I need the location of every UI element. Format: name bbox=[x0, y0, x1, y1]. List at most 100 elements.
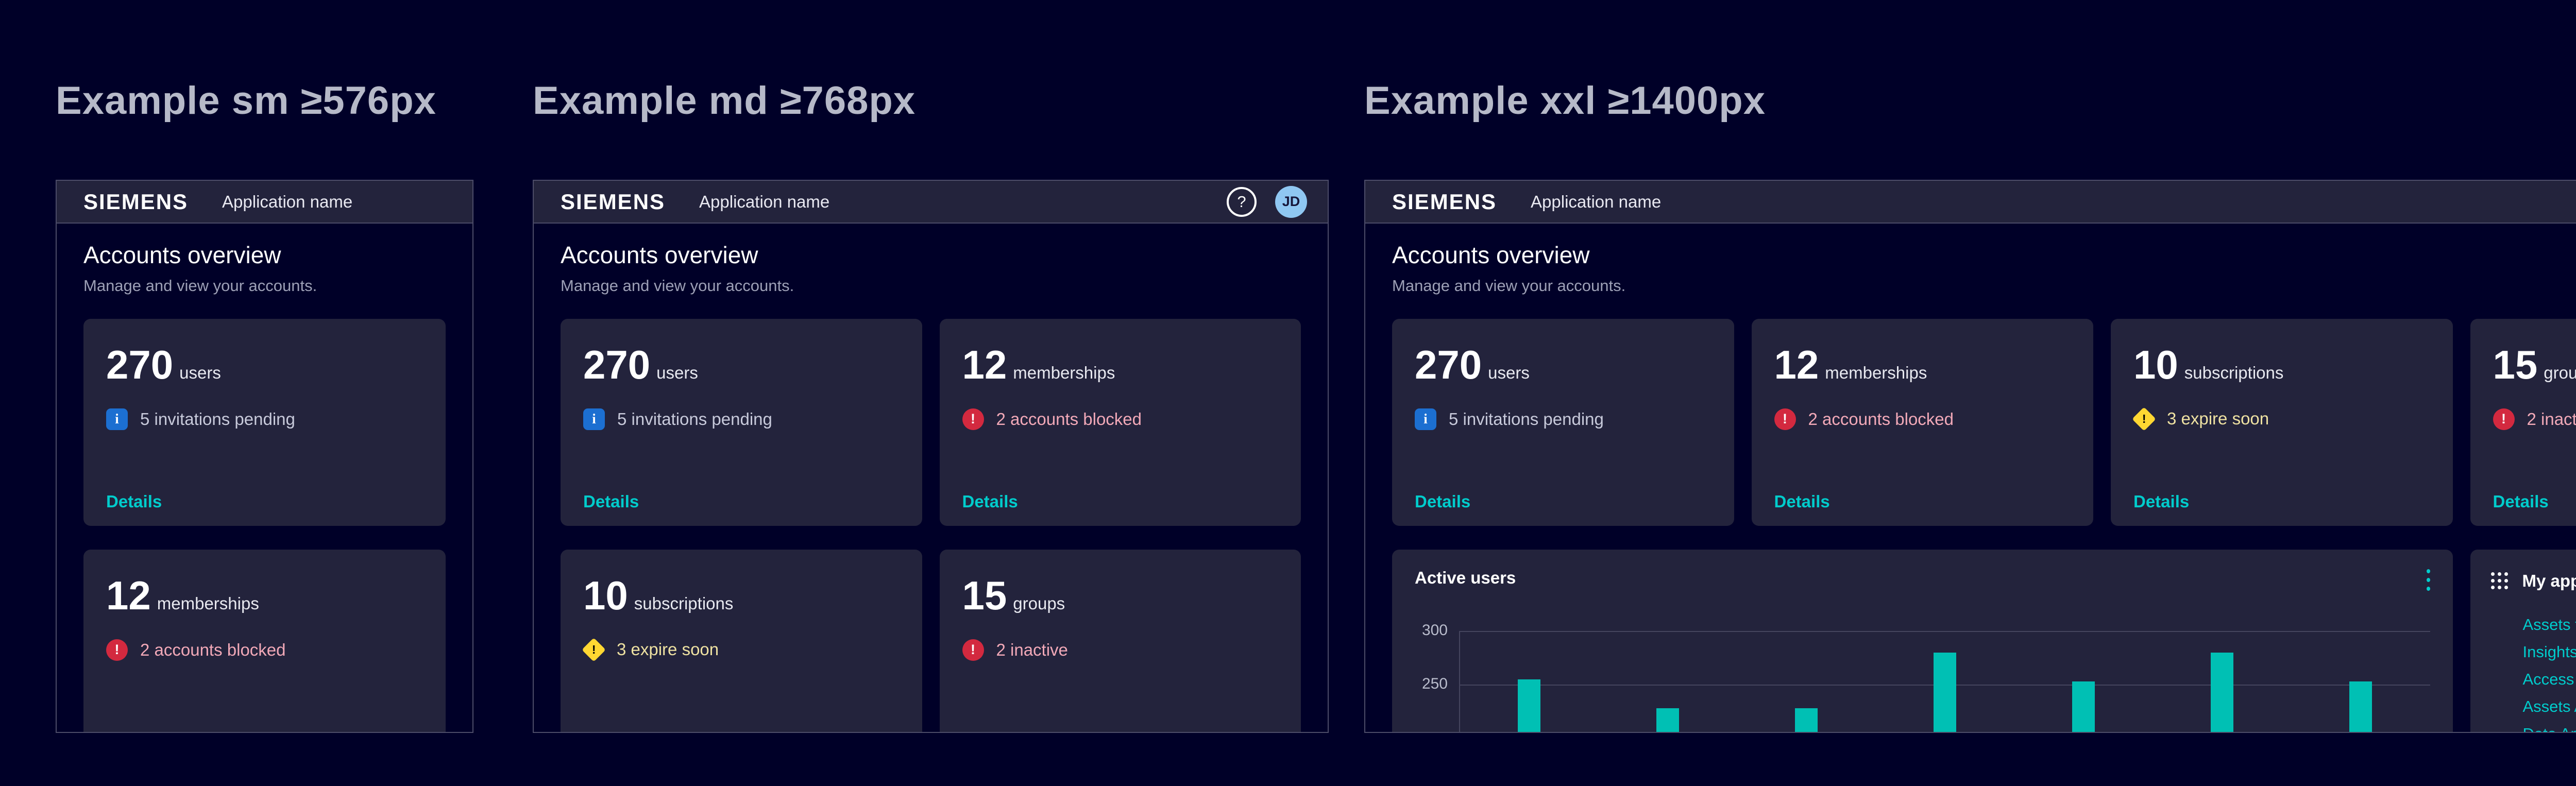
badge-row: ! 2 inactive bbox=[962, 639, 1279, 661]
kpi-card-grid: 270 users i 5 invitations pending Detail… bbox=[561, 319, 1301, 733]
info-badge-icon: i bbox=[583, 408, 605, 430]
badge-text: 2 inactive bbox=[2527, 409, 2576, 429]
application-name: Application name bbox=[699, 192, 829, 212]
bar bbox=[2349, 681, 2372, 733]
kpi-card-memberships: 12 memberships ! 2 accounts blocked Deta… bbox=[1752, 319, 2094, 526]
page: Example sm ≥576px Example md ≥768px Exam… bbox=[0, 0, 2576, 786]
app-header: SIEMENS Application name ? JD bbox=[534, 181, 1328, 224]
badge-text: 2 accounts blocked bbox=[996, 409, 1142, 429]
application-name: Application name bbox=[1531, 192, 1661, 212]
badge-text: 2 accounts blocked bbox=[1808, 409, 1954, 429]
siemens-logo: SIEMENS bbox=[1392, 190, 1497, 214]
alarm-badge-icon: ! bbox=[962, 639, 984, 661]
kpi-card-memberships: 12 memberships ! 2 accounts blocked Deta… bbox=[83, 550, 446, 733]
bar bbox=[1934, 653, 1956, 733]
example-label-xxl: Example xxl ≥1400px bbox=[1364, 78, 1766, 123]
kpi-value: 15 bbox=[2493, 345, 2538, 385]
app-link[interactable]: Access key› bbox=[2523, 670, 2576, 689]
kpi: 10 subscriptions bbox=[2133, 345, 2430, 385]
app-link[interactable]: Insights› bbox=[2523, 643, 2576, 661]
badge-row: ! 2 accounts blocked bbox=[106, 639, 423, 661]
bar-slot bbox=[1599, 550, 1737, 733]
info-badge-icon: i bbox=[106, 408, 128, 430]
badge-row: ! 2 accounts blocked bbox=[962, 408, 1279, 430]
app-header: SIEMENS Application name ? JD bbox=[1365, 181, 2576, 224]
app-link[interactable]: Assets App› bbox=[2523, 697, 2576, 716]
badge-row: i 5 invitations pending bbox=[106, 408, 423, 430]
y-axis-tick-label: 250 bbox=[1402, 675, 1448, 693]
my-apps-title: My apps bbox=[2522, 571, 2576, 591]
badge-text: 5 invitations pending bbox=[140, 409, 295, 429]
kpi-unit: memberships bbox=[1825, 363, 1927, 383]
badge-row: ! 2 accounts blocked bbox=[1774, 408, 2071, 430]
badge-text: 5 invitations pending bbox=[1449, 409, 1604, 429]
app-link-label[interactable]: Assets App bbox=[2523, 697, 2576, 716]
kpi-card-users: 270 users i 5 invitations pending Detail… bbox=[1392, 319, 1734, 526]
badge-row: ! 3 expire soon bbox=[2133, 408, 2430, 430]
kpi: 15 groups bbox=[962, 575, 1279, 616]
kpi-card-users: 270 users i 5 invitations pending Detail… bbox=[83, 319, 446, 526]
kpi-unit: users bbox=[179, 363, 221, 383]
kpi-unit: subscriptions bbox=[2184, 363, 2284, 383]
section-subtitle: Manage and view your accounts. bbox=[1392, 277, 2576, 295]
section-title: Accounts overview bbox=[561, 242, 1301, 268]
app-link-label[interactable]: Access key bbox=[2523, 670, 2576, 689]
app-link[interactable]: Data App› bbox=[2523, 725, 2576, 733]
bar-slot bbox=[1460, 550, 1599, 733]
details-link[interactable]: Details bbox=[962, 492, 1018, 511]
section-subtitle: Manage and view your accounts. bbox=[561, 277, 1301, 295]
panel-content: Accounts overview Manage and view your a… bbox=[1365, 224, 2576, 733]
bar bbox=[2072, 681, 2095, 733]
app-link-label[interactable]: Assets flow bbox=[2523, 616, 2576, 634]
kpi-value: 12 bbox=[106, 575, 151, 616]
bar-slot bbox=[1876, 550, 2014, 733]
y-axis-tick-label: 300 bbox=[1402, 622, 1448, 639]
bar-slot bbox=[2292, 550, 2430, 733]
kpi-card-groups: 15 groups ! 2 inactive Details bbox=[940, 550, 1301, 733]
apps-grid-icon bbox=[2491, 572, 2508, 589]
details-link[interactable]: Details bbox=[1415, 492, 1470, 511]
panel-xxl: SIEMENS Application name ? JD Accounts o… bbox=[1364, 180, 2576, 733]
warning-badge-icon: ! bbox=[2132, 407, 2156, 431]
kpi-card-subscriptions: 10 subscriptions ! 3 expire soon Details bbox=[2111, 319, 2453, 526]
kpi-value: 10 bbox=[2133, 345, 2178, 385]
kpi-unit: memberships bbox=[157, 594, 259, 613]
app-link-label[interactable]: Data App bbox=[2523, 725, 2576, 733]
app-link-label[interactable]: Insights bbox=[2523, 643, 2576, 661]
kpi: 15 groups bbox=[2493, 345, 2576, 385]
panel-content: Accounts overview Manage and view your a… bbox=[534, 224, 1328, 733]
kpi-value: 15 bbox=[962, 575, 1007, 616]
alarm-badge-icon: ! bbox=[962, 408, 984, 430]
badge-row: ! 3 expire soon bbox=[583, 639, 900, 660]
badge-row: i 5 invitations pending bbox=[1415, 408, 1711, 430]
kpi-value: 10 bbox=[583, 575, 628, 616]
details-link[interactable]: Details bbox=[1774, 492, 1830, 511]
details-link[interactable]: Details bbox=[583, 492, 639, 511]
kpi-card-memberships: 12 memberships ! 2 accounts blocked Deta… bbox=[940, 319, 1301, 526]
section-title: Accounts overview bbox=[83, 242, 446, 268]
kpi: 270 users bbox=[583, 345, 900, 385]
kpi-value: 270 bbox=[1415, 345, 1482, 385]
panel-content: Accounts overview Manage and view your a… bbox=[57, 224, 472, 733]
details-link[interactable]: Details bbox=[2133, 492, 2189, 511]
details-link[interactable]: Details bbox=[2493, 492, 2549, 511]
bar-slot bbox=[1737, 550, 1876, 733]
panel-sm: SIEMENS Application name Accounts overvi… bbox=[56, 180, 473, 733]
badge-text: 5 invitations pending bbox=[617, 409, 772, 429]
panel-md: SIEMENS Application name ? JD Accounts o… bbox=[533, 180, 1329, 733]
bar-slot bbox=[2153, 550, 2292, 733]
kpi-unit: users bbox=[656, 363, 698, 383]
badge-text: 3 expire soon bbox=[617, 640, 719, 659]
alarm-badge-icon: ! bbox=[1774, 408, 1796, 430]
help-icon[interactable]: ? bbox=[1227, 187, 1257, 217]
active-users-chart-card: Active users 300 250 bbox=[1392, 550, 2453, 733]
app-link[interactable]: Assets flow› bbox=[2523, 616, 2576, 634]
section-subtitle: Manage and view your accounts. bbox=[83, 277, 446, 295]
user-avatar[interactable]: JD bbox=[1275, 186, 1307, 218]
details-link[interactable]: Details bbox=[106, 492, 162, 511]
app-header: SIEMENS Application name bbox=[57, 181, 472, 224]
kpi-card-groups: 15 groups ! 2 inactive Details bbox=[2470, 319, 2576, 526]
kpi: 270 users bbox=[106, 345, 423, 385]
kpi-value: 12 bbox=[1774, 345, 1819, 385]
siemens-logo: SIEMENS bbox=[83, 190, 188, 214]
